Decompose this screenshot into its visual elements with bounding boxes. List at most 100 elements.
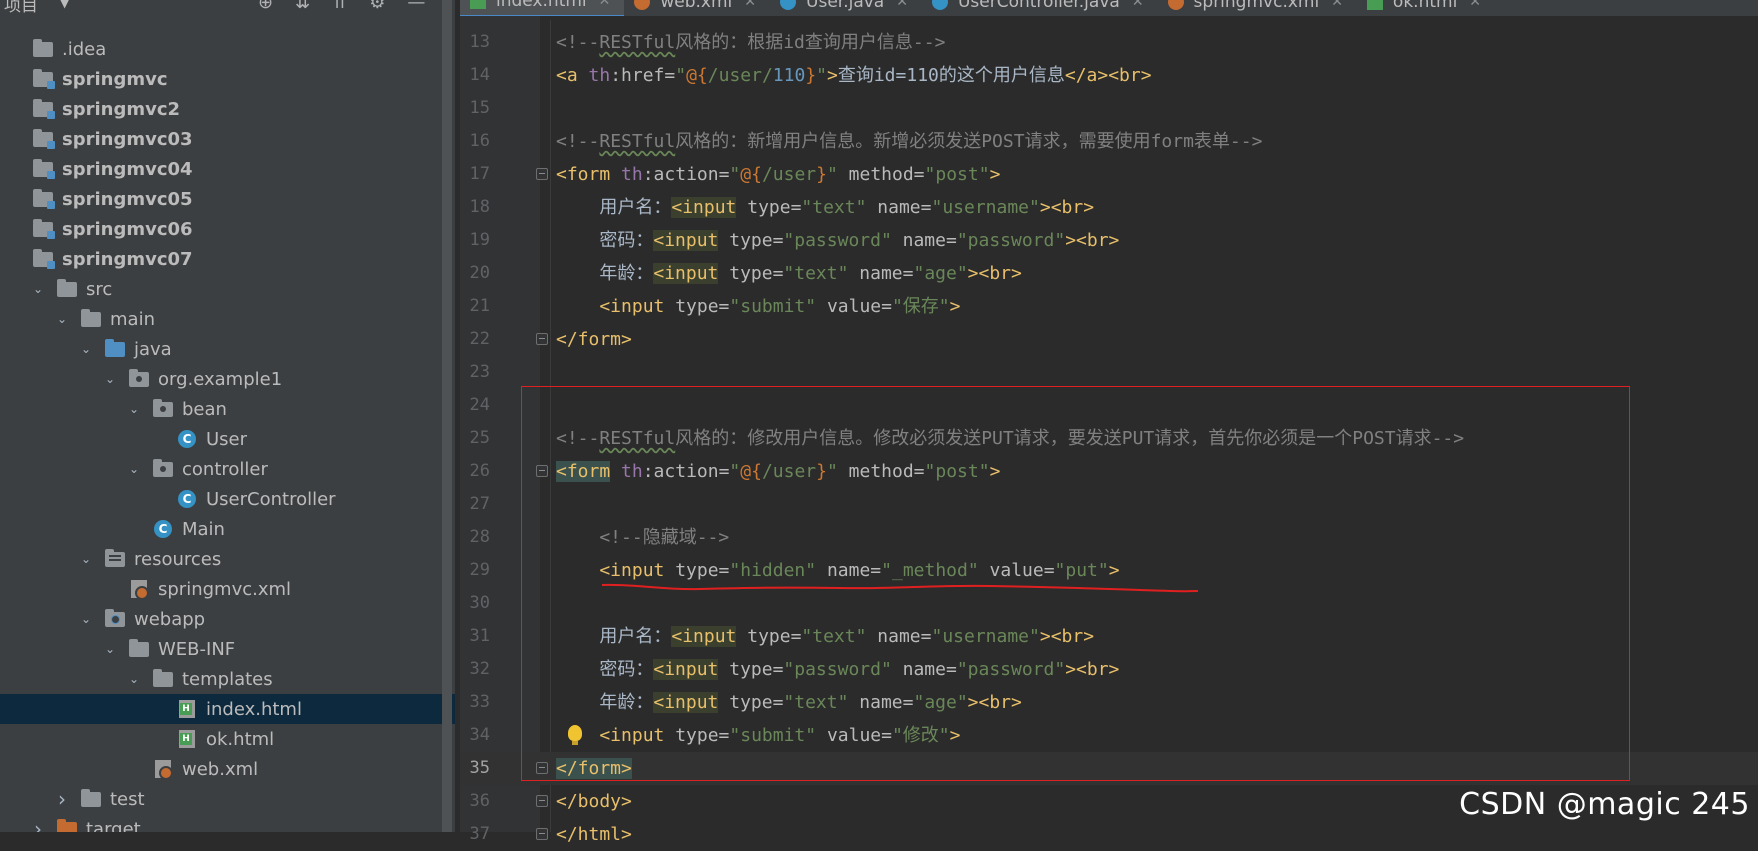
tree-item[interactable]: ⌄CUser <box>0 424 455 454</box>
tree-item[interactable]: ⌄index.html <box>0 694 455 724</box>
minimize-icon[interactable]: — <box>407 0 425 13</box>
editor-tab[interactable]: web.xml ✕ <box>624 0 770 16</box>
close-icon[interactable]: ✕ <box>1132 0 1144 10</box>
chevron-down-icon[interactable]: ⌄ <box>102 642 118 656</box>
tree-item[interactable]: ⌄ templates <box>0 664 455 694</box>
close-icon[interactable]: ✕ <box>1331 0 1343 10</box>
collapse-all-icon[interactable]: ⇈ <box>332 0 347 13</box>
code-line[interactable]: 29 <input type="hidden" name="_method" v… <box>460 554 1758 587</box>
chevron-right-icon[interactable]: › <box>30 817 46 832</box>
chevron-right-icon[interactable]: › <box>54 787 70 811</box>
tree-item[interactable]: ⌄springmvc04 <box>0 154 455 184</box>
fold-icon[interactable] <box>536 465 548 477</box>
tree-item[interactable]: ⌄springmvc06 <box>0 214 455 244</box>
tree-item[interactable]: ⌄springmvc <box>0 64 455 94</box>
tree-item[interactable]: ⌄ java <box>0 334 455 364</box>
chevron-down-icon[interactable]: ⌄ <box>78 612 94 626</box>
tree-item[interactable]: ⌄springmvc.xml <box>0 574 455 604</box>
close-icon[interactable]: ✕ <box>599 0 611 9</box>
chevron-down-icon[interactable]: ▼ <box>60 0 69 10</box>
tree-item[interactable]: ⌄ WEB-INF <box>0 634 455 664</box>
code-line[interactable]: 23 <box>460 356 1758 389</box>
tree-item[interactable]: ⌄ resources <box>0 544 455 574</box>
tab-label: User.java <box>806 0 885 12</box>
project-title[interactable]: 项目 <box>4 0 38 16</box>
code-token: "_method" <box>881 560 979 581</box>
fold-icon[interactable] <box>536 795 548 807</box>
line-number: 16 <box>469 131 490 151</box>
code-token: 风格的：新增用户信息。新增必须发送POST请求，需要使用form表单--> <box>675 131 1263 152</box>
chevron-down-icon[interactable]: ⌄ <box>126 402 142 416</box>
code-token: "username" <box>931 626 1040 647</box>
expand-all-icon[interactable]: ⇊ <box>295 0 310 13</box>
tree-item[interactable]: ⌄springmvc07 <box>0 244 455 274</box>
code-line[interactable]: 19 密码：<input type="password" name="passw… <box>460 224 1758 257</box>
fold-icon[interactable] <box>536 333 548 345</box>
code-line[interactable]: 15 <box>460 92 1758 125</box>
code-line[interactable]: 24 <box>460 389 1758 422</box>
gear-icon[interactable]: ⚙ <box>369 0 385 13</box>
chevron-down-icon[interactable]: ⌄ <box>78 552 94 566</box>
tree-item[interactable]: ⌄ controller <box>0 454 455 484</box>
chevron-down-icon[interactable]: ⌄ <box>126 672 142 686</box>
tree-item[interactable]: › target <box>0 814 455 832</box>
code-line[interactable]: 28 <!--隐藏域--> <box>460 521 1758 554</box>
code-text: 密码：<input type="password" name="password… <box>556 653 1119 686</box>
editor-tab[interactable]: ok.html ✕ <box>1357 0 1495 16</box>
code-line[interactable]: 27 <box>460 488 1758 521</box>
tree-item[interactable]: ⌄CMain <box>0 514 455 544</box>
tree-item[interactable]: ⌄springmvc2 <box>0 94 455 124</box>
code-line[interactable]: 18 用户名：<input type="text" name="username… <box>460 191 1758 224</box>
code-token: "submit" <box>729 296 817 317</box>
tree-item[interactable]: ⌄web.xml <box>0 754 455 784</box>
tree-item[interactable]: ⌄springmvc03 <box>0 124 455 154</box>
close-icon[interactable]: ✕ <box>744 0 756 10</box>
code-line[interactable]: 26 <form th:action="@{/user}" method="pos… <box>460 455 1758 488</box>
chevron-down-icon[interactable]: ⌄ <box>54 312 70 326</box>
close-icon[interactable]: ✕ <box>896 0 908 10</box>
code-line[interactable]: 30 <box>460 587 1758 620</box>
tree-item[interactable]: ⌄ webapp <box>0 604 455 634</box>
editor-tab[interactable]: index.html ✕ <box>460 0 625 16</box>
editor-tab[interactable]: User.java ✕ <box>770 0 922 16</box>
code-line[interactable]: 14 <a th:href="@{/user/110}">查询id=110的这个用… <box>460 59 1758 92</box>
fold-icon[interactable] <box>536 168 548 180</box>
chevron-down-icon[interactable]: ⌄ <box>78 342 94 356</box>
tree-item[interactable]: ⌄ok.html <box>0 724 455 754</box>
close-icon[interactable]: ✕ <box>1469 0 1481 10</box>
tree-item[interactable]: ⌄ src <box>0 274 455 304</box>
tree-item[interactable]: ⌄ bean <box>0 394 455 424</box>
folder-icon <box>152 668 174 688</box>
editor-tab[interactable]: UserController.java ✕ <box>922 0 1158 16</box>
chevron-down-icon[interactable]: ⌄ <box>126 462 142 476</box>
code-line[interactable]: 25 <!--RESTful风格的：修改用户信息。修改必须发送PUT请求，要发送P… <box>460 422 1758 455</box>
code-line[interactable]: 21 <input type="submit" value="保存"> <box>460 290 1758 323</box>
code-line[interactable]: 35 </form> <box>460 752 1758 785</box>
chevron-down-icon[interactable]: ⌄ <box>30 282 46 296</box>
code-line[interactable]: 16 <!--RESTful风格的：新增用户信息。新增必须发送POST请求，需要使… <box>460 125 1758 158</box>
tree-item[interactable]: ⌄CUserController <box>0 484 455 514</box>
code-line[interactable]: 22 </form> <box>460 323 1758 356</box>
project-tree: ⌄.idea⌄springmvc⌄springmvc2⌄springmvc03⌄… <box>0 34 455 832</box>
tree-item[interactable]: › test <box>0 784 455 814</box>
project-scrollbar[interactable] <box>442 0 452 832</box>
code-line[interactable]: 20 年龄：<input type="text" name="age"><br> <box>460 257 1758 290</box>
editor-tab[interactable]: springmvc.xml ✕ <box>1158 0 1357 16</box>
fold-icon[interactable] <box>536 762 548 774</box>
code-line[interactable]: 37 </html> <box>460 818 1758 851</box>
code-token: name= <box>891 230 957 251</box>
code-line[interactable]: 33 年龄：<input type="text" name="age"><br> <box>460 686 1758 719</box>
fold-icon[interactable] <box>536 828 548 840</box>
code-line[interactable]: 32 密码：<input type="password" name="passw… <box>460 653 1758 686</box>
code-line[interactable]: 34 <input type="submit" value="修改"> <box>460 719 1758 752</box>
tree-item[interactable]: ⌄springmvc05 <box>0 184 455 214</box>
line-number: 13 <box>469 32 490 52</box>
locate-icon[interactable]: ⊕ <box>258 0 273 13</box>
tree-item[interactable]: ⌄.idea <box>0 34 455 64</box>
tree-item[interactable]: ⌄ org.example1 <box>0 364 455 394</box>
code-line[interactable]: 31 用户名：<input type="text" name="username… <box>460 620 1758 653</box>
tree-item[interactable]: ⌄ main <box>0 304 455 334</box>
chevron-down-icon[interactable]: ⌄ <box>102 372 118 386</box>
code-line[interactable]: 13 <!--RESTful风格的：根据id查询用户信息--> <box>460 26 1758 59</box>
code-line[interactable]: 17 <form th:action="@{/user}" method="pos… <box>460 158 1758 191</box>
